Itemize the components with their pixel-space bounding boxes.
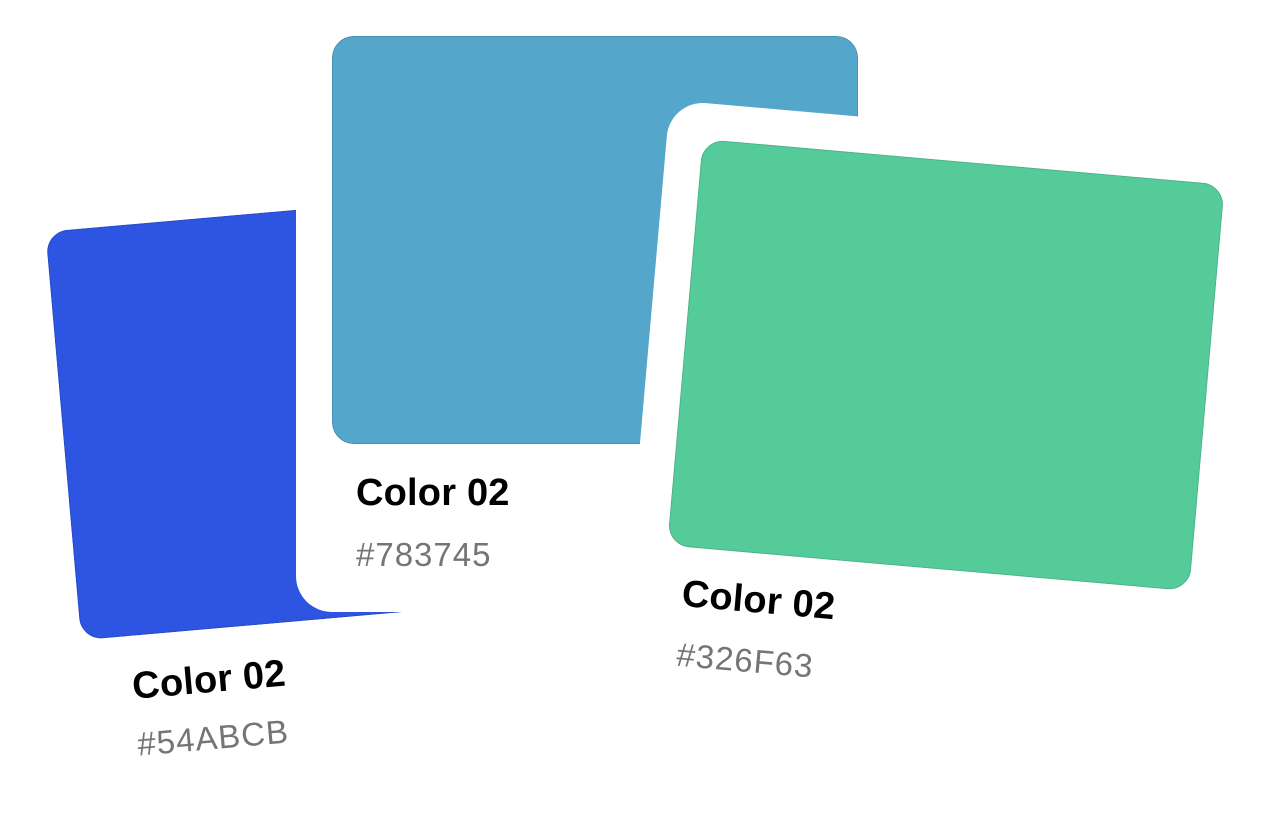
color-name: Color 02 xyxy=(680,573,837,629)
color-swatch[interactable] xyxy=(667,139,1225,592)
color-name: Color 02 xyxy=(356,472,510,514)
color-hex: #783745 xyxy=(356,536,492,573)
color-hex: #326F63 xyxy=(675,635,816,685)
color-name: Color 02 xyxy=(130,652,288,708)
color-hex: #54ABCB xyxy=(135,712,291,763)
color-card-3[interactable]: Color 02 #326F63 xyxy=(621,100,1263,710)
